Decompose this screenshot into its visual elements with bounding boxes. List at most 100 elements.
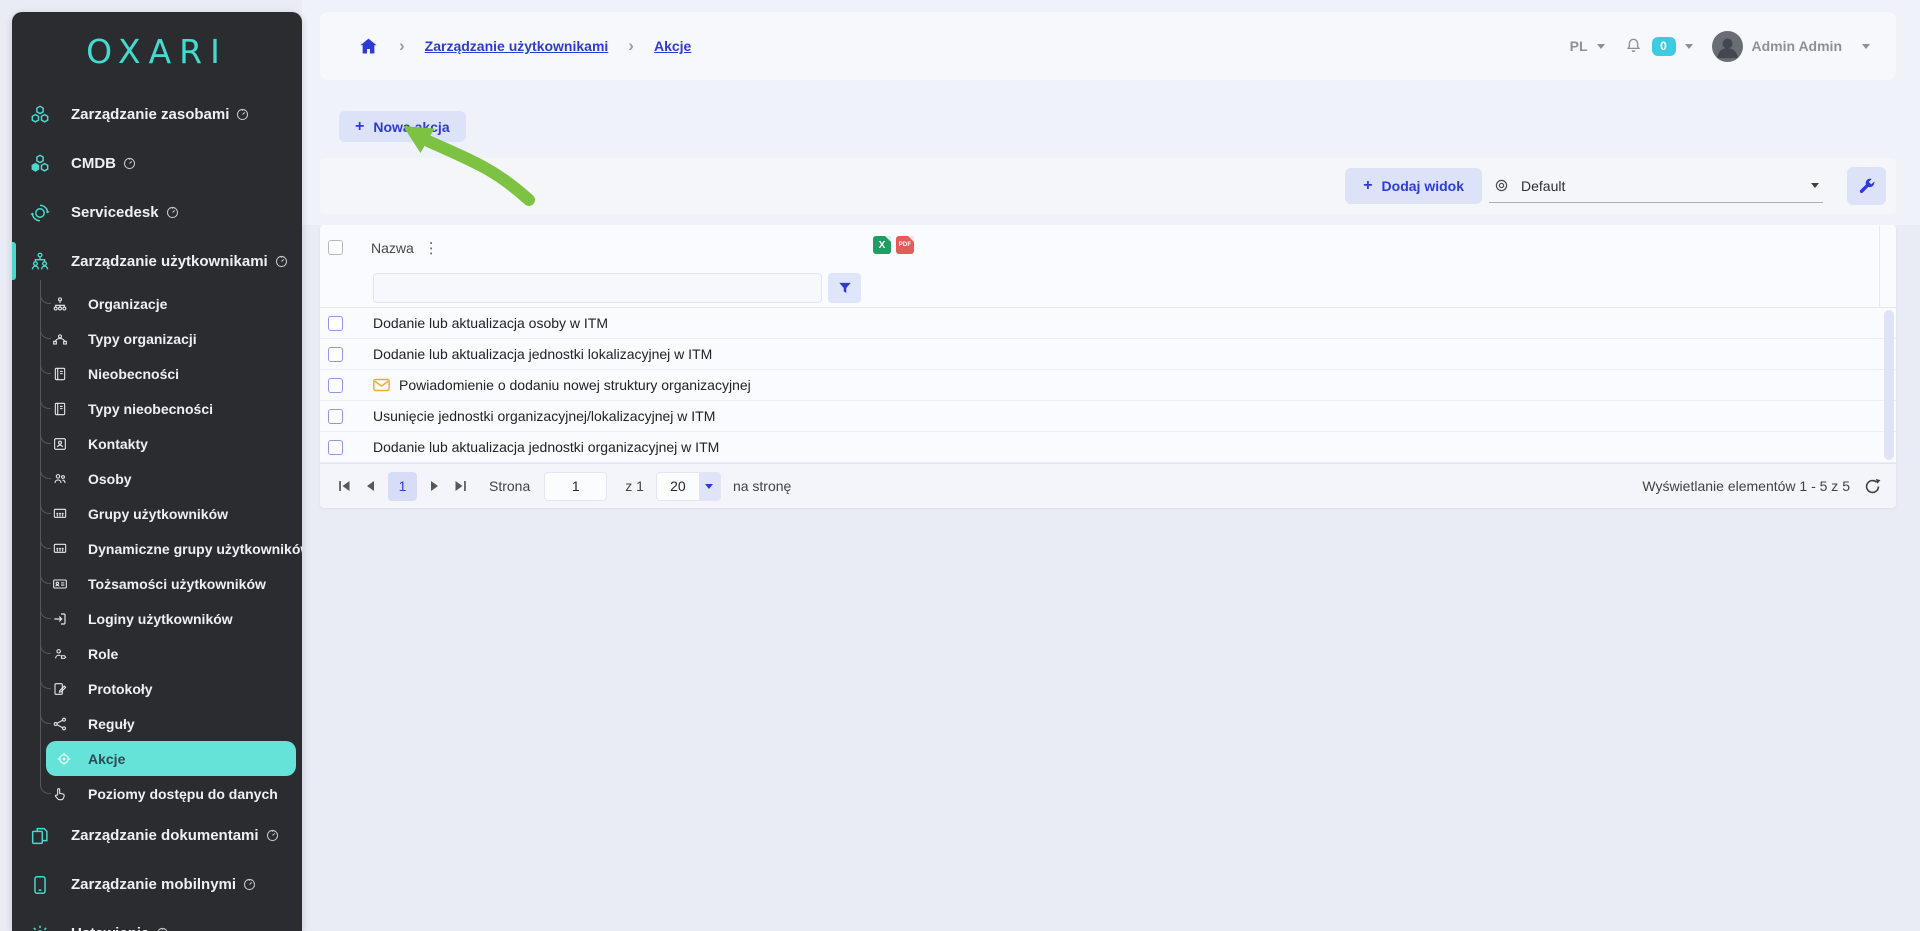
page-size-dropdown[interactable]: 20	[656, 472, 721, 501]
sidebar-item-label: Servicedesk	[71, 204, 159, 221]
row-checkbox[interactable]	[328, 316, 343, 331]
avatar[interactable]	[1712, 31, 1743, 62]
sidebar-item-label: Zarządzanie dokumentami	[71, 827, 259, 844]
sidebar-item-zarzadzanie-dokumentami[interactable]: Zarządzanie dokumentami	[12, 811, 302, 860]
breadcrumb: › Zarządzanie użytkownikami › Akcje	[358, 36, 691, 57]
top-header: › Zarządzanie użytkownikami › Akcje PL 0…	[320, 12, 1896, 80]
sidebar-item-organizacje[interactable]: Organizacje	[40, 286, 302, 321]
assets-hexagons-icon	[29, 104, 51, 126]
share-nodes-icon	[52, 716, 68, 732]
previous-page-icon[interactable]	[362, 477, 380, 495]
language-selector[interactable]: PL	[1570, 38, 1588, 54]
row-checkbox[interactable]	[328, 409, 343, 424]
id-card-icon	[52, 576, 68, 592]
sidebar-item-cmdb[interactable]: CMDB	[12, 139, 302, 188]
table-row[interactable]: Usunięcie jednostki organizacyjnej/lokal…	[320, 401, 1896, 432]
current-page-button[interactable]: 1	[388, 472, 417, 501]
sidebar-item-nieobecnosci[interactable]: Nieobecności	[40, 356, 302, 391]
sidebar-item-kontakty[interactable]: Kontakty	[40, 426, 302, 461]
breadcrumb-link-akcje[interactable]: Akcje	[654, 38, 691, 54]
gauge-icon	[156, 927, 169, 931]
table-row[interactable]: Dodanie lub aktualizacja jednostki organ…	[320, 432, 1896, 463]
next-page-icon[interactable]	[425, 477, 443, 495]
sidebar-item-grupy-uzytkownikow[interactable]: Grupy użytkowników	[40, 496, 302, 531]
sidebar-item-label: Zarządzanie zasobami	[71, 106, 229, 123]
row-checkbox[interactable]	[328, 347, 343, 362]
select-all-checkbox[interactable]	[328, 240, 343, 255]
sidebar-item-reguly[interactable]: Reguły	[40, 706, 302, 741]
sidebar-item-typy-organizacji[interactable]: Typy organizacji	[40, 321, 302, 356]
oxari-logo: OXARI	[12, 12, 302, 90]
home-icon[interactable]	[358, 36, 379, 57]
row-label: Powiadomienie o dodaniu nowej struktury …	[399, 377, 751, 393]
page-number-input[interactable]	[544, 472, 607, 501]
user-name: Admin Admin	[1752, 38, 1842, 54]
row-checkbox[interactable]	[328, 440, 343, 455]
chevron-down-icon[interactable]	[1685, 44, 1693, 49]
plus-icon: +	[1363, 178, 1372, 194]
sidebar-item-label: Typy organizacji	[88, 331, 197, 347]
sidebar-item-dynamiczne-grupy[interactable]: Dynamiczne grupy użytkowników	[40, 531, 302, 566]
sidebar-item-label: Tożsamości użytkowników	[88, 576, 266, 592]
breadcrumb-link-zarzadzanie-uzytkownikami[interactable]: Zarządzanie użytkownikami	[425, 38, 609, 54]
vertical-scrollbar[interactable]	[1884, 310, 1894, 460]
sidebar-item-label: Nieobecności	[88, 366, 179, 382]
sidebar-item-label: Poziomy dostępu do danych	[88, 786, 278, 802]
notification-count-badge[interactable]: 0	[1652, 37, 1676, 56]
page-size-value: 20	[657, 473, 699, 500]
book-icon	[52, 366, 68, 382]
user-management-submenu: Organizacje Typy organizacji Nieobecnośc…	[40, 286, 302, 811]
pager-right: Wyświetlanie elementów 1 - 5 z 5	[1642, 477, 1882, 496]
chevron-down-icon	[705, 484, 713, 489]
plus-icon: +	[355, 119, 364, 135]
sidebar-item-osoby[interactable]: Osoby	[40, 461, 302, 496]
first-page-icon[interactable]	[336, 477, 354, 495]
refresh-icon[interactable]	[1863, 477, 1882, 496]
column-header-nazwa[interactable]: Nazwa	[371, 240, 414, 256]
row-checkbox[interactable]	[328, 378, 343, 393]
sidebar-item-role[interactable]: Role	[40, 636, 302, 671]
sidebar-item-label: Typy nieobecności	[88, 401, 213, 417]
sidebar-item-label: Kontakty	[88, 436, 148, 452]
view-selector-dropdown[interactable]: Default	[1489, 169, 1823, 203]
add-view-button[interactable]: + Dodaj widok	[1345, 168, 1482, 204]
sidebar-item-zarzadzanie-mobilnymi[interactable]: Zarządzanie mobilnymi	[12, 860, 302, 909]
grid-settings-button[interactable]	[1847, 167, 1886, 205]
sidebar-item-akcje[interactable]: Akcje	[46, 741, 296, 776]
actions-grid: Nazwa ⋮ X PDF Dodanie lub aktualizacja o…	[320, 225, 1896, 508]
sidebar-item-label: Osoby	[88, 471, 132, 487]
table-row[interactable]: Powiadomienie o dodaniu nowej struktury …	[320, 370, 1896, 401]
new-action-button[interactable]: + Nowa akcja	[339, 111, 466, 142]
table-row[interactable]: Dodanie lub aktualizacja osoby w ITM	[320, 308, 1896, 339]
sidebar-item-tozsamosci[interactable]: Tożsamości użytkowników	[40, 566, 302, 601]
breadcrumb-separator: ›	[399, 36, 405, 56]
person-icon	[1712, 31, 1743, 62]
sidebar-item-protokoly[interactable]: Protokoły	[40, 671, 302, 706]
sidebar-item-label: Akcje	[88, 751, 125, 767]
sidebar-item-label: Loginy użytkowników	[88, 611, 233, 627]
sidebar-item-label: Grupy użytkowników	[88, 506, 228, 522]
sidebar-item-poziomy-dostepu[interactable]: Poziomy dostępu do danych	[40, 776, 302, 811]
filter-button[interactable]	[828, 273, 861, 303]
bell-icon[interactable]	[1624, 36, 1643, 56]
contact-card-icon	[52, 436, 68, 452]
sidebar-item-zarzadzanie-zasobami[interactable]: Zarządzanie zasobami	[12, 90, 302, 139]
sidebar-item-zarzadzanie-uzytkownikami[interactable]: Zarządzanie użytkownikami	[12, 237, 302, 286]
chevron-down-icon[interactable]	[1862, 44, 1870, 49]
page-fold	[885, 236, 891, 242]
export-excel-icon[interactable]: X	[873, 236, 891, 254]
sidebar-item-label: Zarządzanie mobilnymi	[71, 876, 236, 893]
export-pdf-icon[interactable]: PDF	[896, 236, 914, 254]
name-filter-input[interactable]	[373, 273, 822, 303]
sidebar-item-ustawienia[interactable]: Ustawienia	[12, 909, 302, 931]
sidebar-item-typy-nieobecnosci[interactable]: Typy nieobecności	[40, 391, 302, 426]
sidebar-item-loginy[interactable]: Loginy użytkowników	[40, 601, 302, 636]
sidebar-item-servicedesk[interactable]: Servicedesk	[12, 188, 302, 237]
column-menu-icon[interactable]: ⋮	[424, 239, 439, 257]
table-row[interactable]: Dodanie lub aktualizacja jednostki lokal…	[320, 339, 1896, 370]
last-page-icon[interactable]	[451, 477, 469, 495]
grid-pager: 1 Strona z 1 20 na stronę Wyświetlanie e…	[320, 463, 1896, 508]
new-action-label: Nowa akcja	[373, 119, 449, 135]
view-selector-value: Default	[1521, 178, 1565, 194]
chevron-down-icon[interactable]	[1597, 44, 1605, 49]
